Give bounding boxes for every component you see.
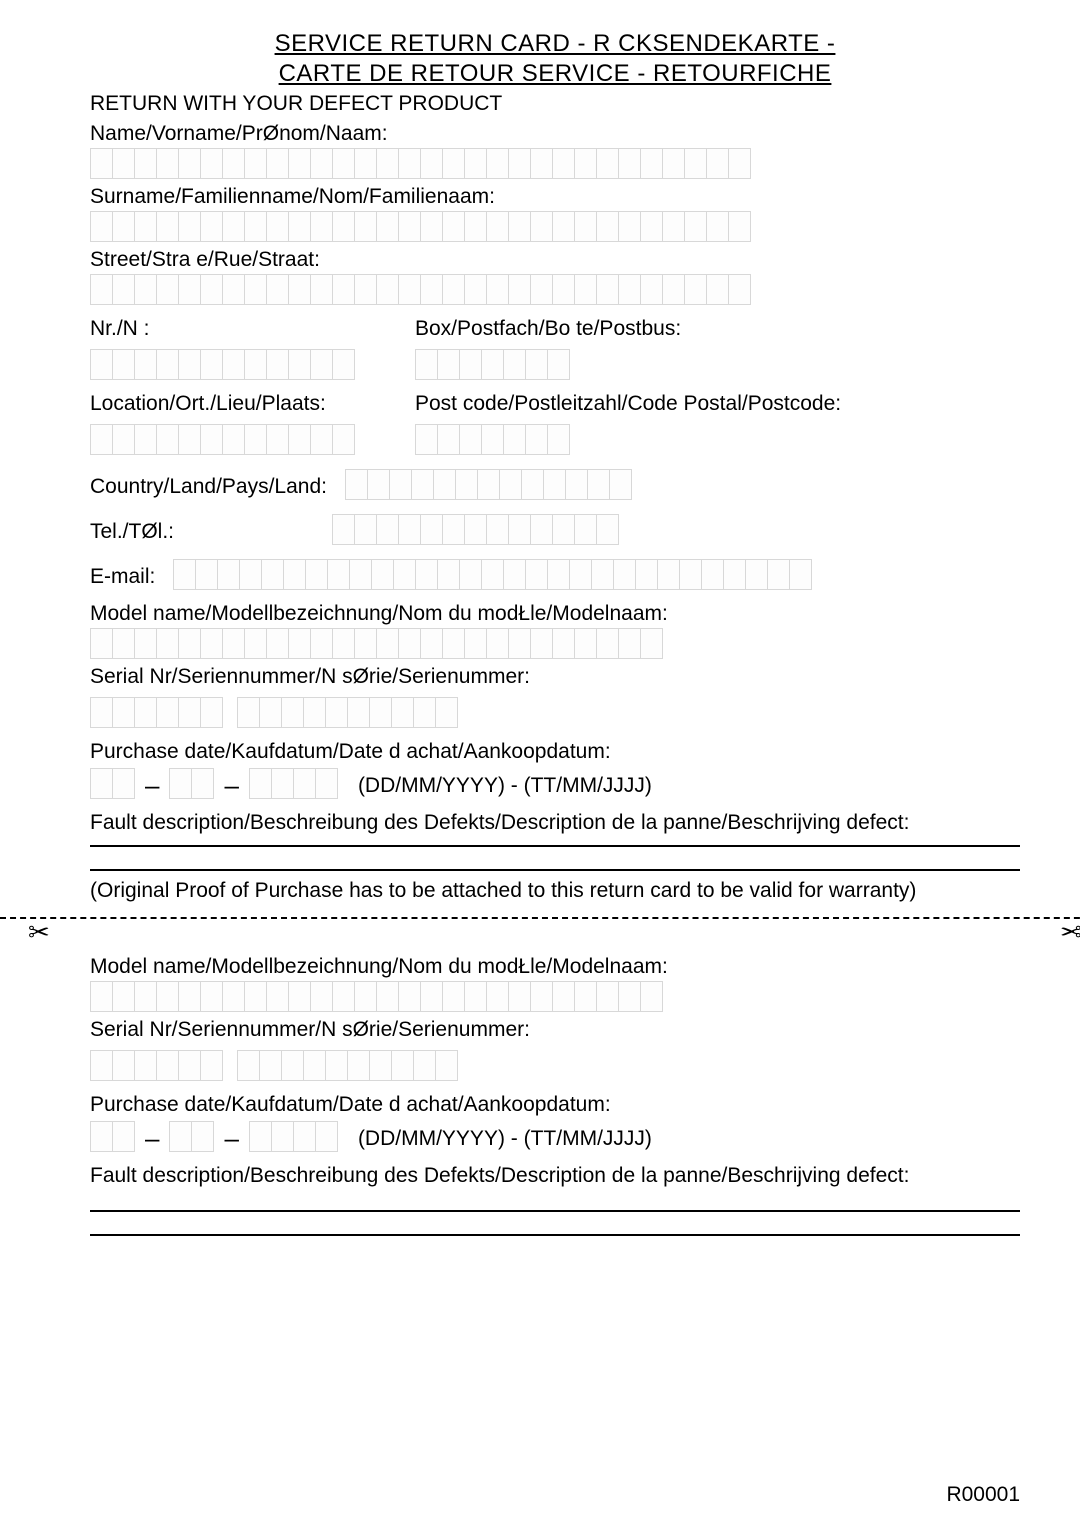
footer-code: R00001 [946,1483,1020,1507]
fault2-line-2[interactable] [90,1234,1020,1236]
date-format-hint: (DD/MM/YYYY) - (TT/MM/JJJJ) [358,774,652,798]
input-tel[interactable] [332,514,619,545]
scissor-right-icon: ✂ [1060,917,1080,948]
label-model: Model name/Modellbezeichnung/Nom du modŁ… [90,602,1020,626]
input-serial2-a[interactable] [90,1050,223,1081]
label-serial-2: Serial Nr/Seriennummer/N sØrie/Serienumm… [90,1018,1020,1042]
input-location[interactable] [90,424,355,455]
date-dash-2: – [222,770,240,801]
title-line-1: SERVICE RETURN CARD - R CKSENDEKARTE - [90,30,1020,58]
date-dash-1: – [143,770,161,801]
title-line-2: CARTE DE RETOUR SERVICE - RETOURFICHE [90,60,1020,88]
input-date-dd[interactable] [90,768,135,799]
input-nr[interactable] [90,349,355,380]
input-date2-yyyy[interactable] [249,1121,338,1152]
label-email: E-mail: [90,565,155,589]
input-box[interactable] [415,349,570,380]
fault-line-2[interactable] [90,869,1020,871]
label-purchase: Purchase date/Kaufdatum/Date d achat/Aan… [90,740,1020,764]
label-street: Street/Stra e/Rue/Straat: [90,248,1020,272]
input-surname[interactable] [90,211,751,242]
input-date2-dd[interactable] [90,1121,135,1152]
input-date2-mm[interactable] [169,1121,214,1152]
label-surname: Surname/Familienname/Nom/Familienaam: [90,185,1020,209]
input-date-yyyy[interactable] [249,768,338,799]
label-postcode: Post code/Postleitzahl/Code Postal/Postc… [415,392,1020,416]
proof-note: (Original Proof of Purchase has to be at… [90,879,1020,903]
subtitle: RETURN WITH YOUR DEFECT PRODUCT [90,92,1020,116]
input-name[interactable] [90,148,751,179]
label-nr: Nr./N : [90,317,355,341]
label-box: Box/Postfach/Bo te/Postbus: [415,317,1020,341]
input-country[interactable] [345,469,632,500]
scissor-left-icon: ✂ [28,917,50,948]
label-name: Name/Vorname/PrØnom/Naam: [90,122,1020,146]
input-date-mm[interactable] [169,768,214,799]
label-serial: Serial Nr/Seriennummer/N sØrie/Serienumm… [90,665,1020,689]
input-serial-b[interactable] [237,697,458,728]
fault2-line-1[interactable] [90,1210,1020,1212]
label-purchase-2: Purchase date/Kaufdatum/Date d achat/Aan… [90,1093,1020,1117]
input-model-2[interactable] [90,981,663,1012]
fault-line-1[interactable] [90,845,1020,847]
label-location: Location/Ort./Lieu/Plaats: [90,392,355,416]
cut-line: ✂ ✂ [0,917,1080,947]
label-country: Country/Land/Pays/Land: [90,475,327,499]
input-postcode[interactable] [415,424,570,455]
label-fault: Fault description/Beschreibung des Defek… [90,811,1020,835]
date2-dash-1: – [143,1123,161,1154]
input-serial-a[interactable] [90,697,223,728]
input-model[interactable] [90,628,663,659]
label-tel: Tel./TØl.: [90,520,174,544]
input-serial2-b[interactable] [237,1050,458,1081]
input-email[interactable] [173,559,812,590]
label-fault-2: Fault description/Beschreibung des Defek… [90,1164,1020,1188]
label-model-2: Model name/Modellbezeichnung/Nom du modŁ… [90,955,1020,979]
input-street[interactable] [90,274,751,305]
date-format-hint-2: (DD/MM/YYYY) - (TT/MM/JJJJ) [358,1127,652,1151]
date2-dash-2: – [222,1123,240,1154]
